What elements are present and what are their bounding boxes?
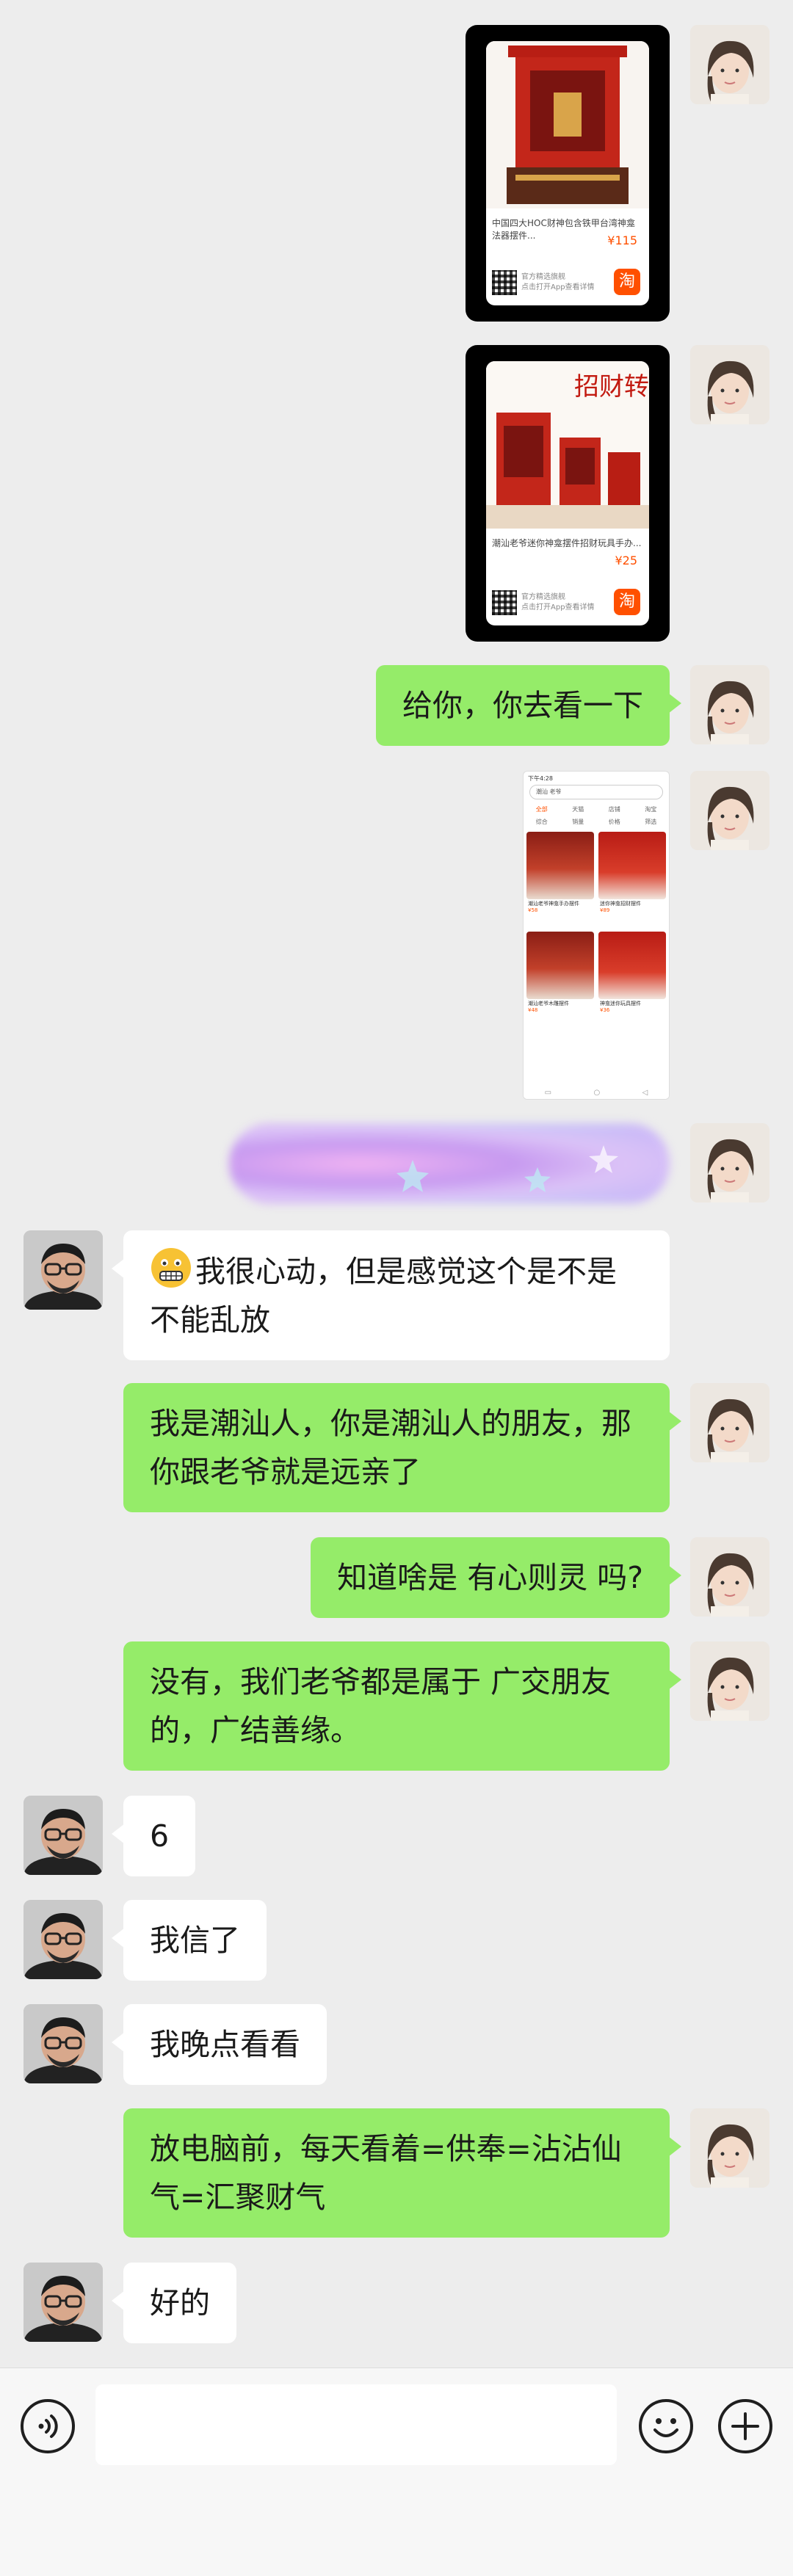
- shot-product-image: [598, 832, 666, 899]
- shot-product-desc: 迷你神龛招财摆件: [600, 901, 641, 907]
- shot-product-price: ¥58: [528, 907, 538, 913]
- friend-avatar[interactable]: [23, 1796, 103, 1875]
- shot-filters: 综合 销量 价格 筛选: [524, 815, 669, 829]
- search-box: 潮汕 老爷: [529, 785, 663, 799]
- friend-avatar[interactable]: [23, 1900, 103, 1979]
- my-avatar[interactable]: [690, 1641, 770, 1721]
- message-input[interactable]: [95, 2384, 617, 2465]
- shot-product-price: ¥48: [528, 1007, 538, 1013]
- qr-code-icon: [492, 270, 517, 295]
- shot-tab: 天猫: [572, 806, 584, 813]
- product-card-2[interactable]: 招财转运 潮汕老爷迷你神龛摆件招财玩具手办... ¥25 官方精选旗舰 点击打开…: [466, 345, 670, 642]
- message-bubble[interactable]: 知道啥是 有心则灵 吗?: [311, 1537, 681, 1618]
- shop-hint: 点击打开App查看详情: [521, 603, 595, 612]
- shot-product-grid: 潮汕老爷神龛手办摆件 ¥58 迷你神龛招财摆件 ¥89 潮汕老爷木雕摆件 ¥48 神龛…: [524, 829, 669, 1030]
- message-text: 我很心动，但是感觉这个是不是不能乱放: [150, 1254, 617, 1338]
- shot-product-desc: 潮汕老爷木雕摆件: [528, 1001, 569, 1006]
- product-price: ¥25: [615, 554, 637, 567]
- shot-product: 迷你神龛招财摆件 ¥89: [598, 832, 666, 927]
- shot-tabs: 全部 天猫 店铺 淘宝: [524, 801, 669, 815]
- shot-product-image: [526, 832, 594, 899]
- more-options-button[interactable]: [718, 2399, 772, 2453]
- message-bubble[interactable]: 我信了: [112, 1900, 267, 1981]
- qr-code-icon: [492, 590, 517, 615]
- screenshot-image-message[interactable]: 下午4:28 潮汕 老爷 全部 天猫 店铺 淘宝 综合 销量 价格 筛选 潮汕老…: [523, 771, 670, 1100]
- message-bubble[interactable]: 没有，我们老爷都是属于 广交朋友的，广结善缘。: [123, 1641, 681, 1771]
- voice-icon: [38, 2414, 58, 2438]
- shop-info: 官方精选旗舰 点击打开App查看详情: [492, 270, 595, 295]
- shot-product-price: ¥36: [600, 1007, 610, 1013]
- shop-info: 官方精选旗舰 点击打开App查看详情: [492, 590, 595, 615]
- message-bubble[interactable]: 给你，你去看一下: [376, 665, 681, 746]
- shot-tab: 淘宝: [645, 806, 657, 813]
- shot-product-desc: 神龛迷你玩具摆件: [600, 1001, 641, 1006]
- shot-product: 神龛迷你玩具摆件 ¥36: [598, 932, 666, 1027]
- sparkle-stars-icon: [396, 1145, 618, 1192]
- message-bubble[interactable]: 我晚点看看: [112, 2004, 327, 2085]
- friend-avatar[interactable]: [23, 1230, 103, 1310]
- message-bubble[interactable]: 好的: [112, 2263, 236, 2343]
- shot-product-image: [526, 932, 594, 999]
- my-avatar[interactable]: [690, 771, 770, 850]
- friend-avatar[interactable]: [23, 2004, 103, 2083]
- plus-icon: [731, 2412, 759, 2440]
- shot-product: 潮汕老爷神龛手办摆件 ¥58: [526, 832, 594, 927]
- my-avatar[interactable]: [690, 1537, 770, 1617]
- product-image: 招财转运: [486, 361, 649, 529]
- shot-tab: 店铺: [608, 806, 620, 813]
- shot-product-image: [598, 932, 666, 999]
- shot-filter: 销量: [572, 819, 584, 825]
- product-image: [486, 41, 649, 208]
- status-bar: 下午4:28: [528, 775, 553, 782]
- my-avatar[interactable]: [690, 345, 770, 424]
- grimace-emoji-icon: [151, 1248, 191, 1288]
- emoji-button[interactable]: [639, 2399, 693, 2453]
- my-avatar[interactable]: [690, 665, 770, 744]
- chat-input-bar: [0, 2368, 793, 2576]
- shot-filter: 综合: [535, 819, 548, 825]
- shot-filter: 筛选: [645, 819, 657, 825]
- shot-product-desc: 潮汕老爷神龛手办摆件: [528, 901, 579, 907]
- my-avatar[interactable]: [690, 1383, 770, 1462]
- my-avatar[interactable]: [690, 2108, 770, 2188]
- shot-filter: 价格: [608, 819, 620, 825]
- shot-tab: 全部: [535, 806, 548, 813]
- message-bubble[interactable]: 放电脑前，每天看着=供奉=沾沾仙气=汇聚财气: [123, 2108, 681, 2238]
- shop-name: 官方精选旗舰: [521, 593, 565, 601]
- friend-avatar[interactable]: [23, 2263, 103, 2342]
- smiley-icon: [653, 2418, 678, 2437]
- shop-name: 官方精选旗舰: [521, 273, 565, 281]
- product-price: ¥115: [607, 233, 637, 247]
- shop-hint: 点击打开App查看详情: [521, 283, 595, 291]
- message-bubble[interactable]: 我很心动，但是感觉这个是不是不能乱放: [112, 1230, 670, 1360]
- taobao-icon: 淘: [614, 589, 640, 615]
- shot-nav-bar: ▭ ○ ◁: [524, 1086, 669, 1099]
- my-avatar[interactable]: [690, 25, 770, 104]
- shot-product: 潮汕老爷木雕摆件 ¥48: [526, 932, 594, 1027]
- taobao-icon: 淘: [614, 269, 640, 295]
- shot-product-price: ¥89: [600, 907, 610, 913]
- my-avatar[interactable]: [690, 1123, 770, 1202]
- message-bubble[interactable]: 我是潮汕人，你是潮汕人的朋友，那你跟老爷就是远亲了: [123, 1383, 681, 1512]
- product-card-1[interactable]: 中国四大HOC财神包含铁甲台湾神龛法器摆件... ¥115 官方精选旗舰 点击打…: [466, 25, 670, 322]
- voice-input-button[interactable]: [21, 2399, 75, 2453]
- message-bubble[interactable]: 6: [111, 1796, 196, 1876]
- banner-text: 招财转运: [574, 372, 649, 402]
